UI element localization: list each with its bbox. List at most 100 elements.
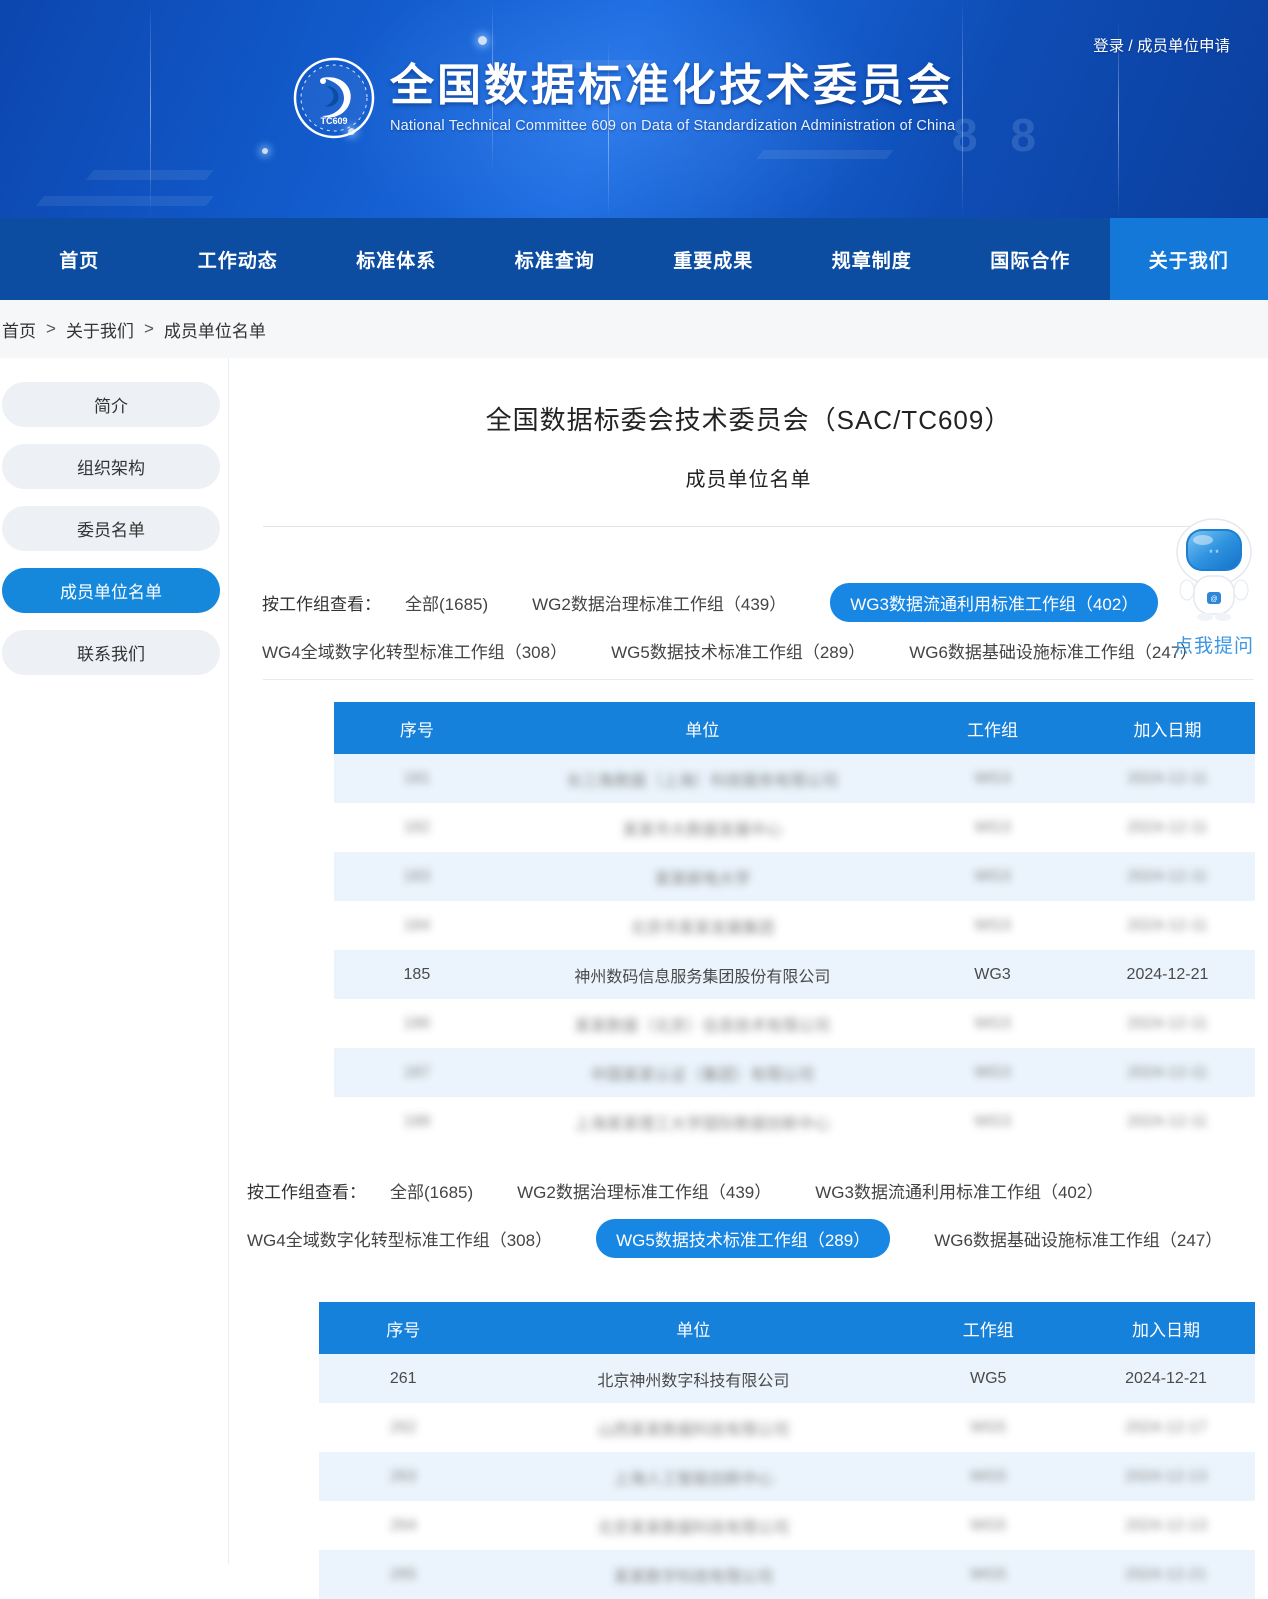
main-panel: 全国数据标委会技术委员会（SAC/TC609） 成员单位名单 * * @ xyxy=(228,358,1268,1564)
cell-workgroup: WG3 xyxy=(905,1064,1080,1082)
cell-unit: 某某数据（北京）信息技术有限公司 xyxy=(500,1012,905,1036)
breadcrumb: 首页>关于我们>成员单位名单 xyxy=(0,300,1268,358)
cell-no: 261 xyxy=(319,1370,487,1388)
cell-workgroup: WG5 xyxy=(899,1419,1077,1437)
sidebar-item-组织架构[interactable]: 组织架构 xyxy=(2,444,220,489)
filter-chip-WG4[interactable]: WG4全域数字化转型标准工作组（308） xyxy=(262,638,567,663)
table-row[interactable]: 185神州数码信息服务集团股份有限公司WG32024-12-21 xyxy=(334,950,1255,999)
breadcrumb-item-首页[interactable]: 首页 xyxy=(2,317,36,342)
svg-text:@: @ xyxy=(1210,596,1217,603)
cell-unit: 北京某某数据科技有限公司 xyxy=(487,1514,899,1538)
cell-workgroup: WG3 xyxy=(905,1015,1080,1033)
filter-group-label: 按工作组查看： xyxy=(262,590,381,615)
filter-chip-WG2[interactable]: WG2数据治理标准工作组（439） xyxy=(517,1178,771,1203)
cell-join-date: 2024-12-21 xyxy=(1077,1370,1255,1388)
table-row[interactable]: 263上海人工智能创新中心WG52024-12-13 xyxy=(319,1452,1255,1501)
banner-decoration xyxy=(478,36,487,45)
cell-unit: 北京神州数字科技有限公司 xyxy=(487,1367,899,1391)
nav-item-关于我们[interactable]: 关于我们 xyxy=(1110,218,1268,300)
nav-item-规章制度[interactable]: 规章制度 xyxy=(793,218,952,300)
breadcrumb-item-关于我们[interactable]: 关于我们 xyxy=(66,317,134,342)
cell-join-date: 2024-12-13 xyxy=(1077,1468,1255,1486)
cell-workgroup: WG3 xyxy=(905,1113,1080,1131)
cell-no: 182 xyxy=(334,819,500,837)
cell-no: 265 xyxy=(319,1566,487,1584)
table-row[interactable]: 262山西某某数据科技有限公司WG52024-12-17 xyxy=(319,1403,1255,1452)
nav-item-国际合作[interactable]: 国际合作 xyxy=(951,218,1110,300)
table-row[interactable]: 265某某数字科技有限公司WG52024-12-21 xyxy=(319,1550,1255,1599)
cell-join-date: 2024-12-11 xyxy=(1080,1064,1255,1082)
table-row[interactable]: 261北京神州数字科技有限公司WG52024-12-21 xyxy=(319,1354,1255,1403)
breadcrumb-separator: > xyxy=(144,319,154,339)
cell-workgroup: WG3 xyxy=(905,770,1080,788)
login-apply-link[interactable]: 登录 / 成员单位申请 xyxy=(1093,34,1230,56)
sidebar-item-简介[interactable]: 简介 xyxy=(2,382,220,427)
filter-chip-WG6[interactable]: WG6数据基础设施标准工作组（247） xyxy=(934,1226,1222,1251)
cell-unit: 长三角数据（上海）科技服务有限公司 xyxy=(500,767,905,791)
filter-chip-WG3[interactable]: WG3数据流通利用标准工作组（402） xyxy=(830,583,1158,622)
brand-block: TC609 全国数据标准化技术委员会 National Technical Co… xyxy=(292,54,955,142)
cell-unit: 某某数字科技有限公司 xyxy=(487,1563,899,1587)
cell-join-date: 2024-12-11 xyxy=(1080,819,1255,837)
filter-chip-WG3[interactable]: WG3数据流通利用标准工作组（402） xyxy=(815,1178,1103,1203)
table-row[interactable]: 188上海某某理工大学国际数据创新中心WG32024-12-11 xyxy=(334,1097,1255,1146)
nav-item-工作动态[interactable]: 工作动态 xyxy=(159,218,318,300)
content-area: 简介组织架构委员名单成员单位名单联系我们 全国数据标委会技术委员会（SAC/TC… xyxy=(0,358,1268,1564)
cell-unit: 北京市某某发展集团 xyxy=(500,914,905,938)
cell-join-date: 2024-12-11 xyxy=(1080,770,1255,788)
cell-unit: 山西某某数据科技有限公司 xyxy=(487,1416,899,1440)
cell-unit: 上海某某理工大学国际数据创新中心 xyxy=(500,1110,905,1134)
table-row[interactable]: 264北京某某数据科技有限公司WG52024-12-13 xyxy=(319,1501,1255,1550)
nav-item-标准查询[interactable]: 标准查询 xyxy=(476,218,635,300)
cell-join-date: 2024-12-11 xyxy=(1080,1015,1255,1033)
table-row[interactable]: 184北京市某某发展集团WG32024-12-11 xyxy=(334,901,1255,950)
page-title: 全国数据标委会技术委员会（SAC/TC609） xyxy=(229,400,1268,437)
breadcrumb-item-成员单位名单: 成员单位名单 xyxy=(164,317,266,342)
assistant-label[interactable]: 点我提问 xyxy=(1166,631,1262,658)
assistant-widget[interactable]: * * @ 点我提问 xyxy=(1166,516,1262,658)
table-row[interactable]: 186某某数据（北京）信息技术有限公司WG32024-12-11 xyxy=(334,999,1255,1048)
site-subtitle-en: National Technical Committee 609 on Data… xyxy=(390,118,955,134)
member-section: 按工作组查看：全部(1685)WG2数据治理标准工作组（439）WG3数据流通利… xyxy=(229,1178,1268,1599)
nav-item-标准体系[interactable]: 标准体系 xyxy=(317,218,476,300)
filter-bar: 按工作组查看：全部(1685)WG2数据治理标准工作组（439）WG3数据流通利… xyxy=(229,1178,1268,1258)
divider xyxy=(263,679,1254,680)
cell-no: 263 xyxy=(319,1468,487,1486)
column-header-序号: 序号 xyxy=(319,1316,487,1341)
banner-decoration xyxy=(262,148,268,154)
table-row[interactable]: 182某某市大数据发展中心WG32024-12-11 xyxy=(334,803,1255,852)
table-row[interactable]: 181长三角数据（上海）科技服务有限公司WG32024-12-11 xyxy=(334,754,1255,803)
member-section: 按工作组查看： 全部(1685) WG2数据治理标准工作组（439） WG3数据流通利… xyxy=(229,583,1268,1146)
sidebar: 简介组织架构委员名单成员单位名单联系我们 xyxy=(0,358,228,1564)
cell-workgroup: WG5 xyxy=(899,1370,1077,1388)
table-row[interactable]: 187中国某某认证（集团）有限公司WG32024-12-11 xyxy=(334,1048,1255,1097)
cell-no: 262 xyxy=(319,1419,487,1437)
column-header-单位: 单位 xyxy=(500,716,905,741)
cell-unit: 上海人工智能创新中心 xyxy=(487,1465,899,1489)
nav-item-重要成果[interactable]: 重要成果 xyxy=(634,218,793,300)
cell-no: 187 xyxy=(334,1064,500,1082)
banner-decoration xyxy=(150,0,151,218)
filter-chip-全部([interactable]: 全部(1685) xyxy=(405,590,488,615)
page-subtitle: 成员单位名单 xyxy=(229,463,1268,492)
column-header-工作组: 工作组 xyxy=(905,716,1080,741)
svg-text:TC609: TC609 xyxy=(320,116,347,126)
filter-chip-全部([interactable]: 全部(1685) xyxy=(390,1178,473,1203)
filter-chip-WG2[interactable]: WG2数据治理标准工作组（439） xyxy=(532,590,786,615)
cell-no: 183 xyxy=(334,868,500,886)
sidebar-item-成员单位名单[interactable]: 成员单位名单 xyxy=(2,568,220,613)
nav-item-首页[interactable]: 首页 xyxy=(0,218,159,300)
cell-unit: 中国某某认证（集团）有限公司 xyxy=(500,1061,905,1085)
filter-chip-WG4[interactable]: WG4全域数字化转型标准工作组（308） xyxy=(247,1226,552,1251)
cell-unit: 某某邮电大学 xyxy=(500,865,905,889)
sidebar-item-委员名单[interactable]: 委员名单 xyxy=(2,506,220,551)
filter-chip-WG5[interactable]: WG5数据技术标准工作组（289） xyxy=(611,638,865,663)
cell-no: 186 xyxy=(334,1015,500,1033)
filter-chip-WG5[interactable]: WG5数据技术标准工作组（289） xyxy=(596,1219,890,1258)
cell-join-date: 2024-12-13 xyxy=(1077,1517,1255,1535)
table-row[interactable]: 183某某邮电大学WG32024-12-11 xyxy=(334,852,1255,901)
banner-decoration-digits: 8 8 xyxy=(952,108,1046,162)
sidebar-item-联系我们[interactable]: 联系我们 xyxy=(2,630,220,675)
cell-workgroup: WG5 xyxy=(899,1517,1077,1535)
filter-chip-WG6[interactable]: WG6数据基础设施标准工作组（247） xyxy=(909,638,1197,663)
